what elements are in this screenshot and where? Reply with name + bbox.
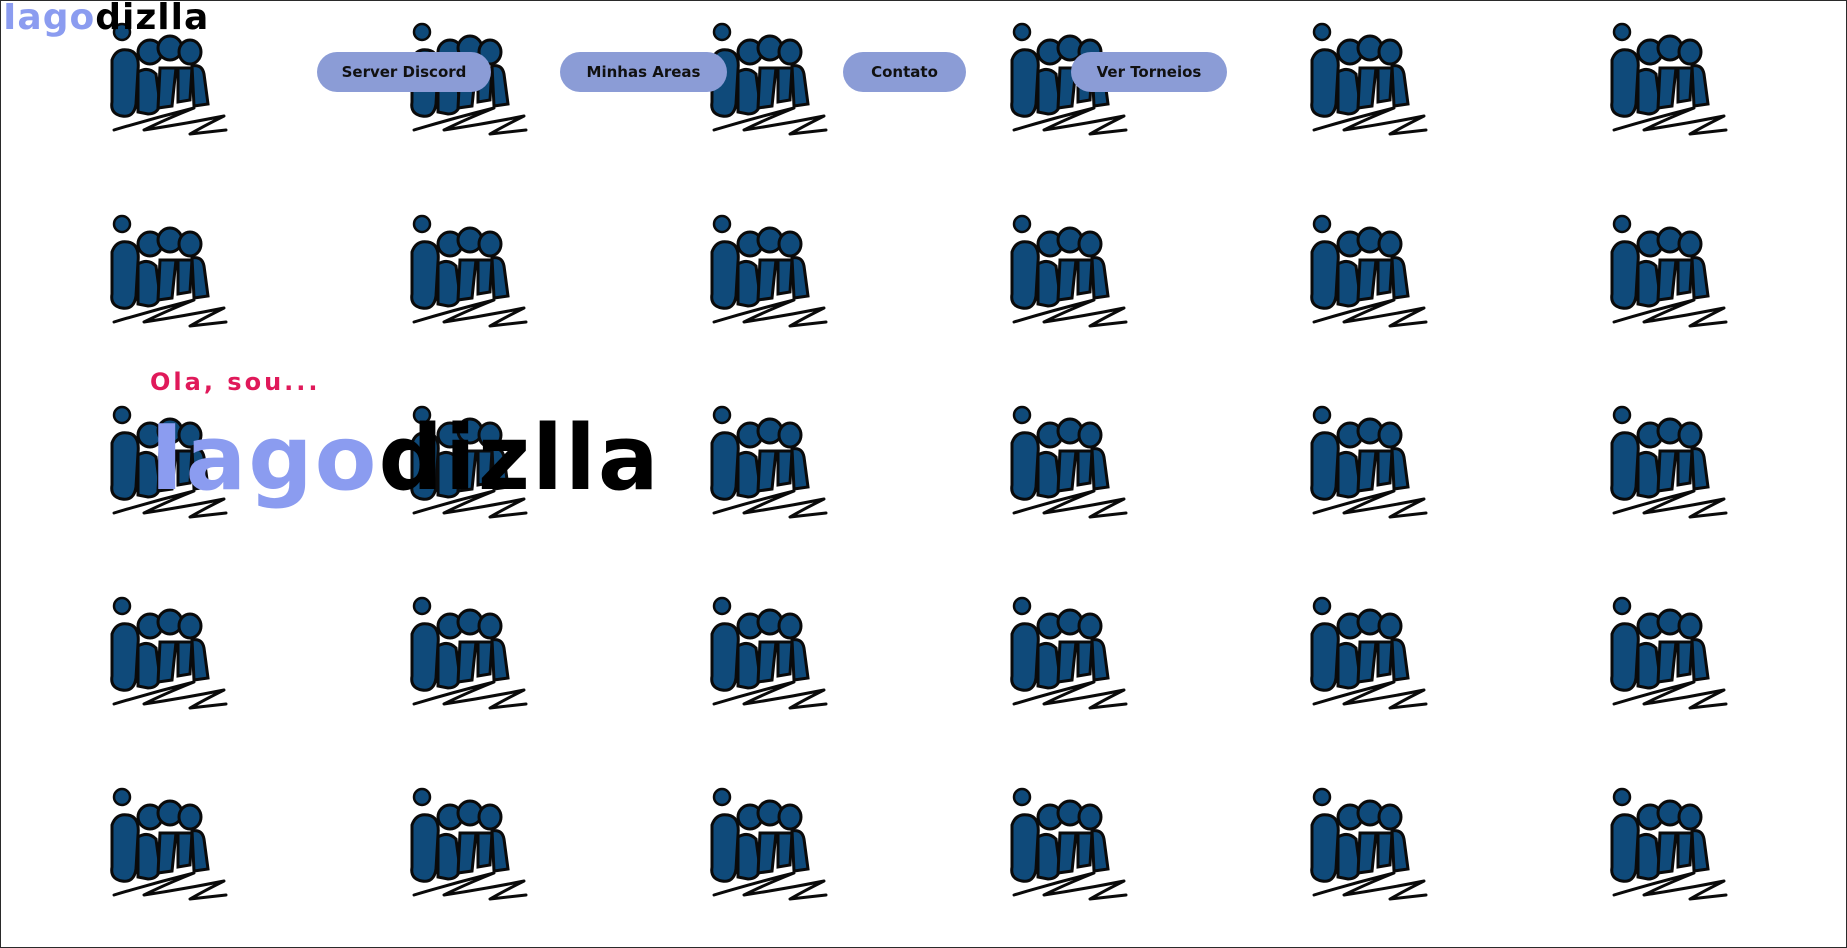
hero-title-part-2: dizlla [378,406,661,511]
hero-title-part-1: Iago [150,406,379,511]
background-logo-tile [704,214,830,334]
background-logo-tile [1604,596,1730,716]
main-nav: Server Discord Minhas Areas Contato Ver … [0,0,1847,100]
background-logo-tile [404,787,530,907]
background-logo-tile [1004,596,1130,716]
minhas-areas-button[interactable]: Minhas Areas [560,52,727,92]
background-logo-tile [704,787,830,907]
background-logo-tile [1604,787,1730,907]
background-logo-tile [704,405,830,525]
hero-title: Iagodizlla [150,404,661,514]
background-logo-tile [104,214,230,334]
contato-button[interactable]: Contato [843,52,966,92]
ver-torneios-button[interactable]: Ver Torneios [1071,52,1227,92]
server-discord-button[interactable]: Server Discord [317,52,491,92]
background-logo-tile [1304,787,1430,907]
background-logo-tile [1004,214,1130,334]
background-logo-tile [1304,596,1430,716]
background-logo-tile [704,596,830,716]
background-logo-tile [104,787,230,907]
background-logo-tile [1004,405,1130,525]
background-logo-tile [1604,214,1730,334]
hero-greeting: Ola, sou... [150,368,321,396]
background-logo-tile [404,214,530,334]
background-logo-tile [1604,405,1730,525]
background-logo-tile [1304,214,1430,334]
background-logo-tile [1304,405,1430,525]
background-logo-tile [1004,787,1130,907]
background-logo-tile [104,596,230,716]
background-logo-tile [404,596,530,716]
